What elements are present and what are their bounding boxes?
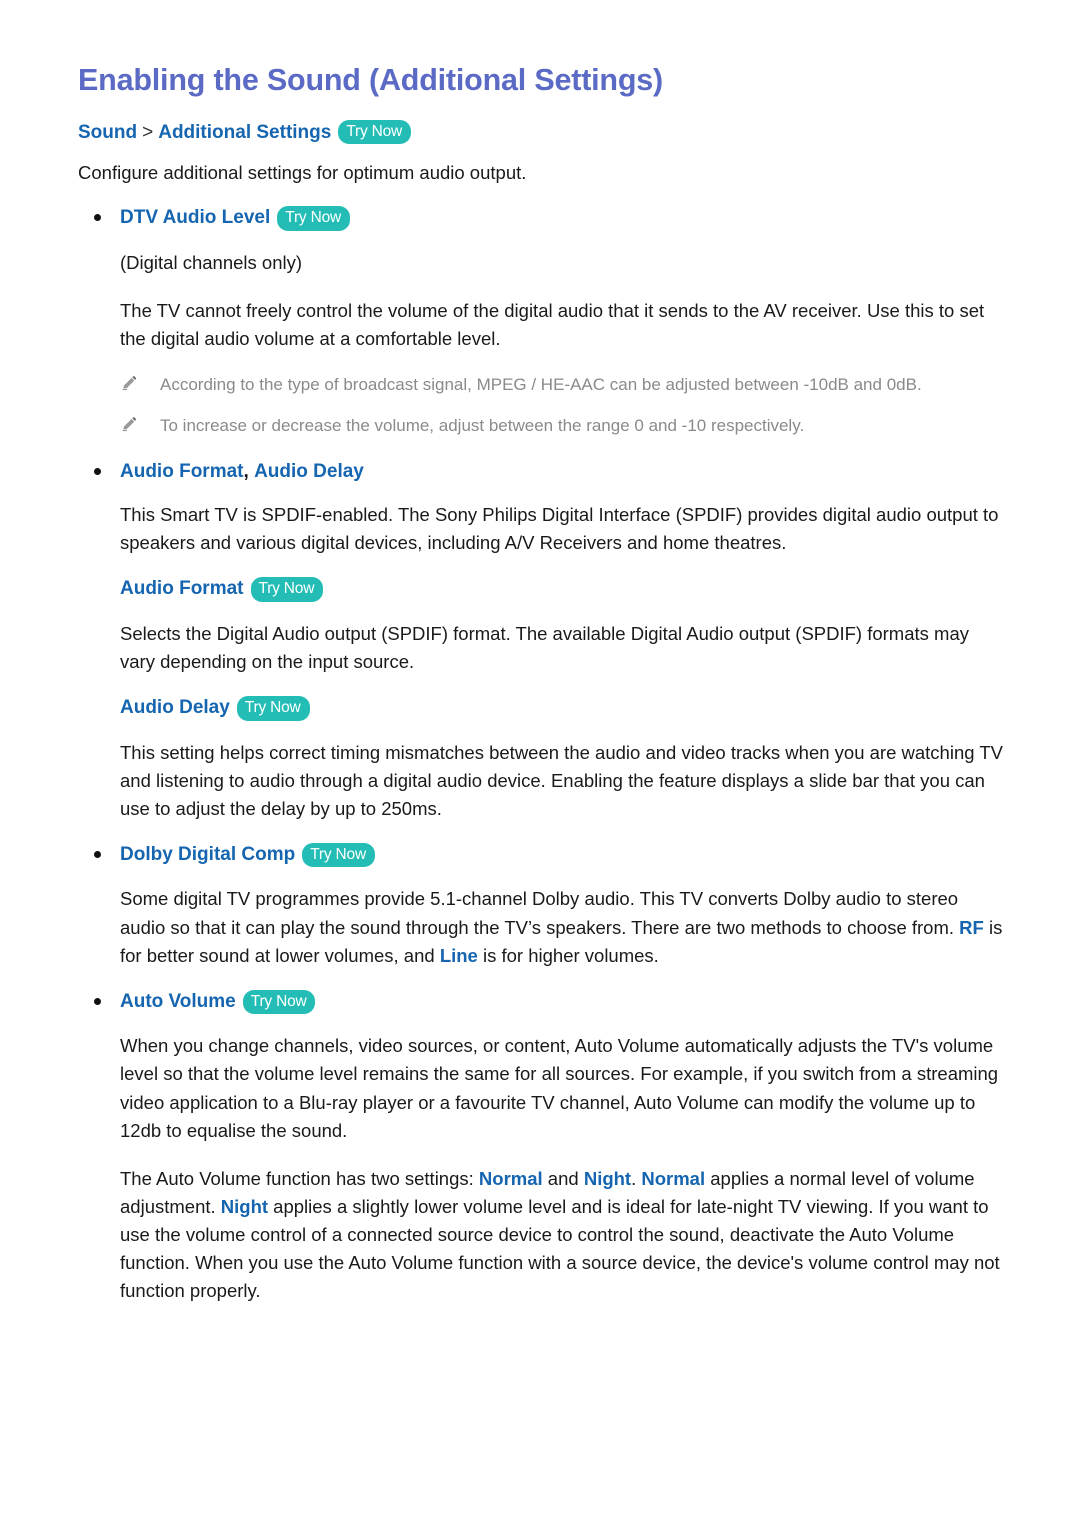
pencil-icon: [120, 415, 138, 433]
auto-volume-paragraph-1: When you change channels, video sources,…: [120, 1035, 999, 1141]
pencil-icon: [120, 374, 138, 392]
audio-delay-paragraph: This setting helps correct timing mismat…: [120, 741, 1003, 819]
subsection-heading-audio-format: Audio Format Try Now: [78, 577, 1008, 603]
term-normal: Normal: [641, 1167, 706, 1189]
section-heading-auto-volume: Auto Volume Try Now: [78, 989, 1008, 1016]
try-now-badge-audio-format[interactable]: Try Now: [250, 577, 324, 602]
page-title: Enabling the Sound (Additional Settings): [78, 63, 664, 97]
note-item: According to the type of broadcast signa…: [78, 373, 1008, 397]
note-text: According to the type of broadcast signa…: [160, 374, 922, 394]
term-normal: Normal: [478, 1167, 543, 1189]
section-heading-audio-format-audio-delay: Audio Format, Audio Delay: [78, 460, 1008, 485]
note-item: To increase or decrease the volume, adju…: [78, 414, 1008, 438]
section-heading-dtv-audio-level: DTV Audio Level Try Now: [78, 206, 1008, 232]
subsection-heading-label[interactable]: Audio Format: [120, 578, 244, 599]
section-heading-label[interactable]: Auto Volume: [120, 991, 236, 1012]
try-now-badge-dolby-digital-comp[interactable]: Try Now: [302, 842, 375, 868]
dtv-audio-level-subtitle: (Digital channels only): [120, 251, 303, 273]
paragraph-text-part: Some digital TV programmes provide 5.1-c…: [120, 888, 960, 938]
term-night: Night: [583, 1167, 632, 1189]
paragraph-text-part: and: [542, 1167, 584, 1189]
dolby-digital-comp-paragraph: Some digital TV programmes provide 5.1-c…: [78, 885, 1004, 969]
note-text: To increase or decrease the volume, adju…: [160, 415, 805, 435]
try-now-badge-auto-volume[interactable]: Try Now: [242, 989, 316, 1015]
section-heading-label-audio-format[interactable]: Audio Format: [120, 461, 244, 482]
section-heading-dolby-digital-comp: Dolby Digital Comp Try Now: [78, 842, 1008, 869]
try-now-badge-audio-delay[interactable]: Try Now: [236, 696, 310, 721]
term-night: Night: [220, 1195, 269, 1217]
bullet-dot-icon: [94, 467, 101, 475]
try-now-badge-dtv-audio-level[interactable]: Try Now: [277, 206, 350, 231]
dtv-audio-level-notes: According to the type of broadcast signa…: [78, 373, 1008, 438]
section-heading-label[interactable]: DTV Audio Level: [120, 207, 270, 228]
document-page: Enabling the Sound (Additional Settings)…: [0, 0, 1080, 1527]
paragraph-text-part: The Auto Volume function has two setting…: [120, 1167, 479, 1189]
subsection-heading-audio-delay: Audio Delay Try Now: [78, 696, 1008, 722]
bullet-dot-icon: [94, 997, 101, 1005]
paragraph-text-part: is for higher volumes.: [477, 944, 659, 966]
lead-paragraph: Configure additional settings for optimu…: [78, 162, 527, 184]
audio-format-paragraph: Selects the Digital Audio output (SPDIF)…: [120, 622, 969, 673]
paragraph-text-part: .: [631, 1167, 642, 1189]
breadcrumb-item-sound[interactable]: Sound: [78, 121, 137, 146]
audio-format-delay-paragraph: This Smart TV is SPDIF-enabled. The Sony…: [120, 504, 999, 554]
auto-volume-paragraph-2: The Auto Volume function has two setting…: [78, 1165, 1004, 1306]
subsection-heading-label[interactable]: Audio Delay: [120, 697, 230, 718]
bullet-dot-icon: [94, 850, 101, 858]
section-heading-label[interactable]: Dolby Digital Comp: [120, 844, 295, 865]
dtv-audio-level-paragraph: The TV cannot freely control the volume …: [120, 299, 985, 349]
breadcrumb-separator-icon: >: [142, 121, 154, 143]
bullet-dot-icon: [94, 214, 101, 222]
section-heading-label-audio-delay[interactable]: Audio Delay: [254, 461, 364, 482]
breadcrumb: Sound > Additional Settings Try Now: [78, 119, 1008, 146]
breadcrumb-item-additional-settings[interactable]: Additional Settings: [158, 121, 331, 146]
try-now-badge-breadcrumb[interactable]: Try Now: [338, 119, 412, 145]
term-line: Line: [439, 944, 478, 966]
term-rf: RF: [959, 916, 984, 938]
